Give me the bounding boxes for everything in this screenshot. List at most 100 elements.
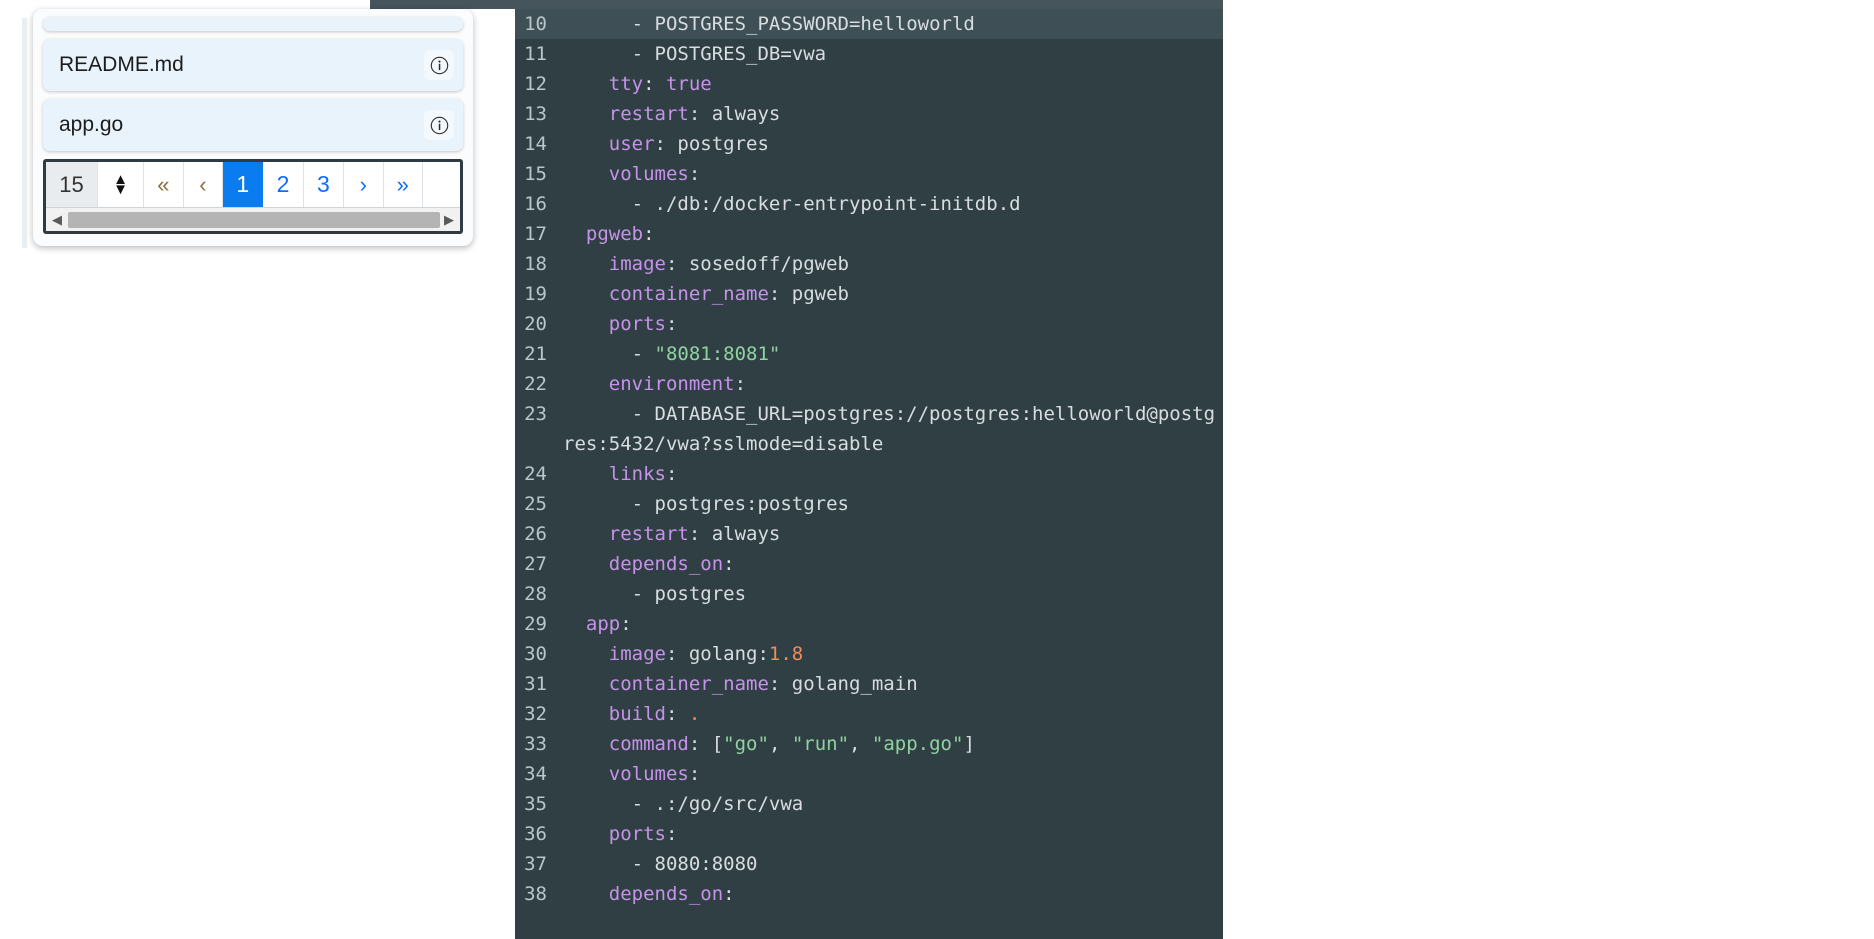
- code-line[interactable]: 15 volumes:: [515, 159, 1223, 189]
- code-line[interactable]: 19 container_name: pgweb: [515, 279, 1223, 309]
- line-text: pgweb:: [563, 219, 1223, 249]
- code-token: : sosedoff/pgweb: [665, 253, 849, 275]
- line-number: 23: [524, 403, 547, 425]
- code-token: POSTGRES_PASSWORD=helloworld: [654, 13, 975, 35]
- info-circle-icon[interactable]: [424, 110, 454, 140]
- code-token: app: [563, 613, 621, 635]
- code-token: - 8080:8080: [563, 853, 758, 875]
- code-line[interactable]: 12 tty: true: [515, 69, 1223, 99]
- line-number: 12: [524, 73, 547, 95]
- code-editor[interactable]: 10 - POSTGRES_PASSWORD=helloworld 11 - PO…: [515, 9, 1223, 939]
- code-line[interactable]: 33 command: ["go", "run", "app.go"]: [515, 729, 1223, 759]
- line-number: 33: [524, 733, 547, 755]
- pagination-page-2[interactable]: 2: [263, 162, 304, 207]
- code-token: "go": [723, 733, 769, 755]
- page-size-value[interactable]: 15: [46, 162, 99, 207]
- code-line[interactable]: 22 environment:: [515, 369, 1223, 399]
- code-line[interactable]: 28 - postgres: [515, 579, 1223, 609]
- code-token: :: [723, 553, 735, 575]
- line-text: - postgres: [563, 579, 1223, 609]
- code-token: :: [723, 883, 735, 905]
- list-item[interactable]: app.go: [43, 99, 463, 151]
- code-line[interactable]: 31 container_name: golang_main: [515, 669, 1223, 699]
- code-line[interactable]: 34 volumes:: [515, 759, 1223, 789]
- line-number: 11: [524, 43, 547, 65]
- code-line[interactable]: 25 - postgres:postgres: [515, 489, 1223, 519]
- code-line[interactable]: 14 user: postgres: [515, 129, 1223, 159]
- pagination-next[interactable]: ›: [344, 162, 384, 207]
- line-number: 36: [524, 823, 547, 845]
- line-number: 29: [524, 613, 547, 635]
- line-text: environment:: [563, 369, 1223, 399]
- line-text: ports:: [563, 819, 1223, 849]
- code-line[interactable]: 10 - POSTGRES_PASSWORD=helloworld: [515, 9, 1223, 39]
- scroll-right-arrow[interactable]: ▶: [438, 212, 460, 228]
- code-token: links: [563, 463, 666, 485]
- line-number: 10: [524, 13, 547, 35]
- line-text: command: ["go", "run", "app.go"]: [563, 729, 1223, 759]
- code-line[interactable]: 23 - DATABASE_URL=postgres://postgres:he…: [515, 399, 1223, 459]
- line-number: 26: [524, 523, 547, 545]
- pagination-prev[interactable]: ‹: [183, 162, 224, 207]
- code-token: : golang_main: [768, 673, 918, 695]
- code-token: tty: [563, 73, 644, 95]
- code-line[interactable]: 11 - POSTGRES_DB=vwa: [515, 39, 1223, 69]
- code-token: true: [665, 73, 712, 95]
- code-line[interactable]: 36 ports:: [515, 819, 1223, 849]
- line-number: 22: [524, 373, 547, 395]
- line-text: - postgres:postgres: [563, 489, 1223, 519]
- code-token: environment: [563, 373, 735, 395]
- code-token: container_name: [563, 673, 769, 695]
- code-token: :: [665, 463, 678, 485]
- code-line[interactable]: 17 pgweb:: [515, 219, 1223, 249]
- line-number: 38: [524, 883, 547, 905]
- pagination-filler: [422, 162, 460, 207]
- line-text: - POSTGRES_DB=vwa: [563, 39, 1223, 69]
- code-line[interactable]: 18 image: sosedoff/pgweb: [515, 249, 1223, 279]
- code-line[interactable]: 38 depends_on:: [515, 879, 1223, 909]
- code-token: : always: [688, 523, 781, 545]
- code-line[interactable]: 29 app:: [515, 609, 1223, 639]
- file-list-column: README.md app.go 15 ▲ ▼ « ‹ 1 2 3 › » ◀ …: [0, 9, 500, 939]
- pagination-first[interactable]: «: [144, 162, 184, 207]
- line-number: 35: [524, 793, 547, 815]
- code-line[interactable]: 26 restart: always: [515, 519, 1223, 549]
- line-number: 16: [524, 193, 547, 215]
- pagination-page-1[interactable]: 1: [223, 162, 264, 207]
- horizontal-scrollbar[interactable]: ◀ ▶: [46, 207, 460, 231]
- scrollbar-thumb[interactable]: [68, 212, 440, 228]
- page-size-stepper[interactable]: ▲ ▼: [98, 162, 145, 207]
- code-line[interactable]: 32 build: .: [515, 699, 1223, 729]
- code-line[interactable]: 16 - ./db:/docker-entrypoint-initdb.d: [515, 189, 1223, 219]
- code-token: :: [688, 763, 701, 785]
- pagination-page-3[interactable]: 3: [303, 162, 345, 207]
- code-line[interactable]: 37 - 8080:8080: [515, 849, 1223, 879]
- code-line[interactable]: 21 - "8081:8081": [515, 339, 1223, 369]
- file-name: README.md: [59, 53, 184, 76]
- line-number: 20: [524, 313, 547, 335]
- code-line[interactable]: 30 image: golang:1.8: [515, 639, 1223, 669]
- code-token: :: [643, 73, 666, 95]
- list-item[interactable]: [43, 17, 463, 31]
- code-token: : always: [688, 103, 781, 125]
- line-number: 32: [524, 703, 547, 725]
- code-token: build: [563, 703, 666, 725]
- line-text: app:: [563, 609, 1223, 639]
- line-number: 13: [524, 103, 547, 125]
- info-circle-icon[interactable]: [424, 50, 454, 80]
- list-item[interactable]: README.md: [43, 39, 463, 91]
- pagination-last[interactable]: »: [383, 162, 423, 207]
- line-text: user: postgres: [563, 129, 1223, 159]
- code-line[interactable]: 24 links:: [515, 459, 1223, 489]
- code-line[interactable]: 20 ports:: [515, 309, 1223, 339]
- line-text: links:: [563, 459, 1223, 489]
- code-token: -: [563, 13, 655, 35]
- code-token: volumes: [563, 163, 689, 185]
- scroll-left-arrow[interactable]: ◀: [46, 212, 68, 228]
- code-token: :: [688, 163, 701, 185]
- code-line[interactable]: 35 - .:/go/src/vwa: [515, 789, 1223, 819]
- line-text: - DATABASE_URL=postgres://postgres:hello…: [563, 399, 1223, 459]
- code-token: depends_on: [563, 553, 724, 575]
- code-line[interactable]: 13 restart: always: [515, 99, 1223, 129]
- code-line[interactable]: 27 depends_on:: [515, 549, 1223, 579]
